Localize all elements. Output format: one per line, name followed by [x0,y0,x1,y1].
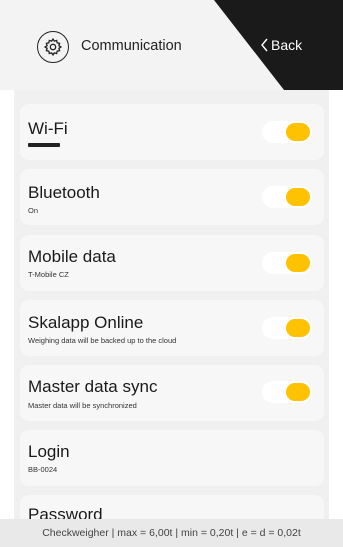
skalapp-online-title: Skalapp Online [28,313,144,332]
settings-gear-icon [37,31,69,63]
skalapp-online-description: Weighing data will be backed up to the c… [28,336,177,345]
wifi-title: Wi-Fi [28,119,68,138]
chevron-left-icon [261,38,268,52]
mobile-data-title: Mobile data [28,247,116,266]
bluetooth-toggle-knob [286,188,310,206]
wifi-toggle-knob [286,123,310,141]
mobile-data-toggle[interactable] [262,252,312,274]
scale-info-footer: Checkweigher | max = 6,00t | min = 0,20t… [0,519,343,547]
wifi-network-name-redacted [28,143,60,147]
login-title: Login [28,442,70,461]
bluetooth-title: Bluetooth [28,183,100,202]
bluetooth-toggle[interactable] [262,186,312,208]
communication-screen: Communication Back Wi-Fi Bluetooth On Mo… [0,0,343,547]
wifi-toggle[interactable] [262,121,312,143]
master-data-sync-title: Master data sync [28,377,158,396]
back-button[interactable]: Back [260,37,302,53]
mobile-data-carrier: T-Mobile CZ [28,270,69,279]
skalapp-online-toggle-knob [286,319,310,337]
login-value: BB-0024 [28,465,58,474]
master-data-sync-description: Master data will be synchronized [28,401,137,410]
back-button-label: Back [271,37,303,53]
mobile-data-toggle-knob [286,254,310,272]
right-margin [329,90,343,519]
master-data-sync-toggle[interactable] [262,381,312,403]
skalapp-online-toggle[interactable] [262,317,312,339]
bluetooth-status: On [28,206,39,215]
page-title: Communication [81,38,182,54]
master-data-sync-toggle-knob [286,383,310,401]
